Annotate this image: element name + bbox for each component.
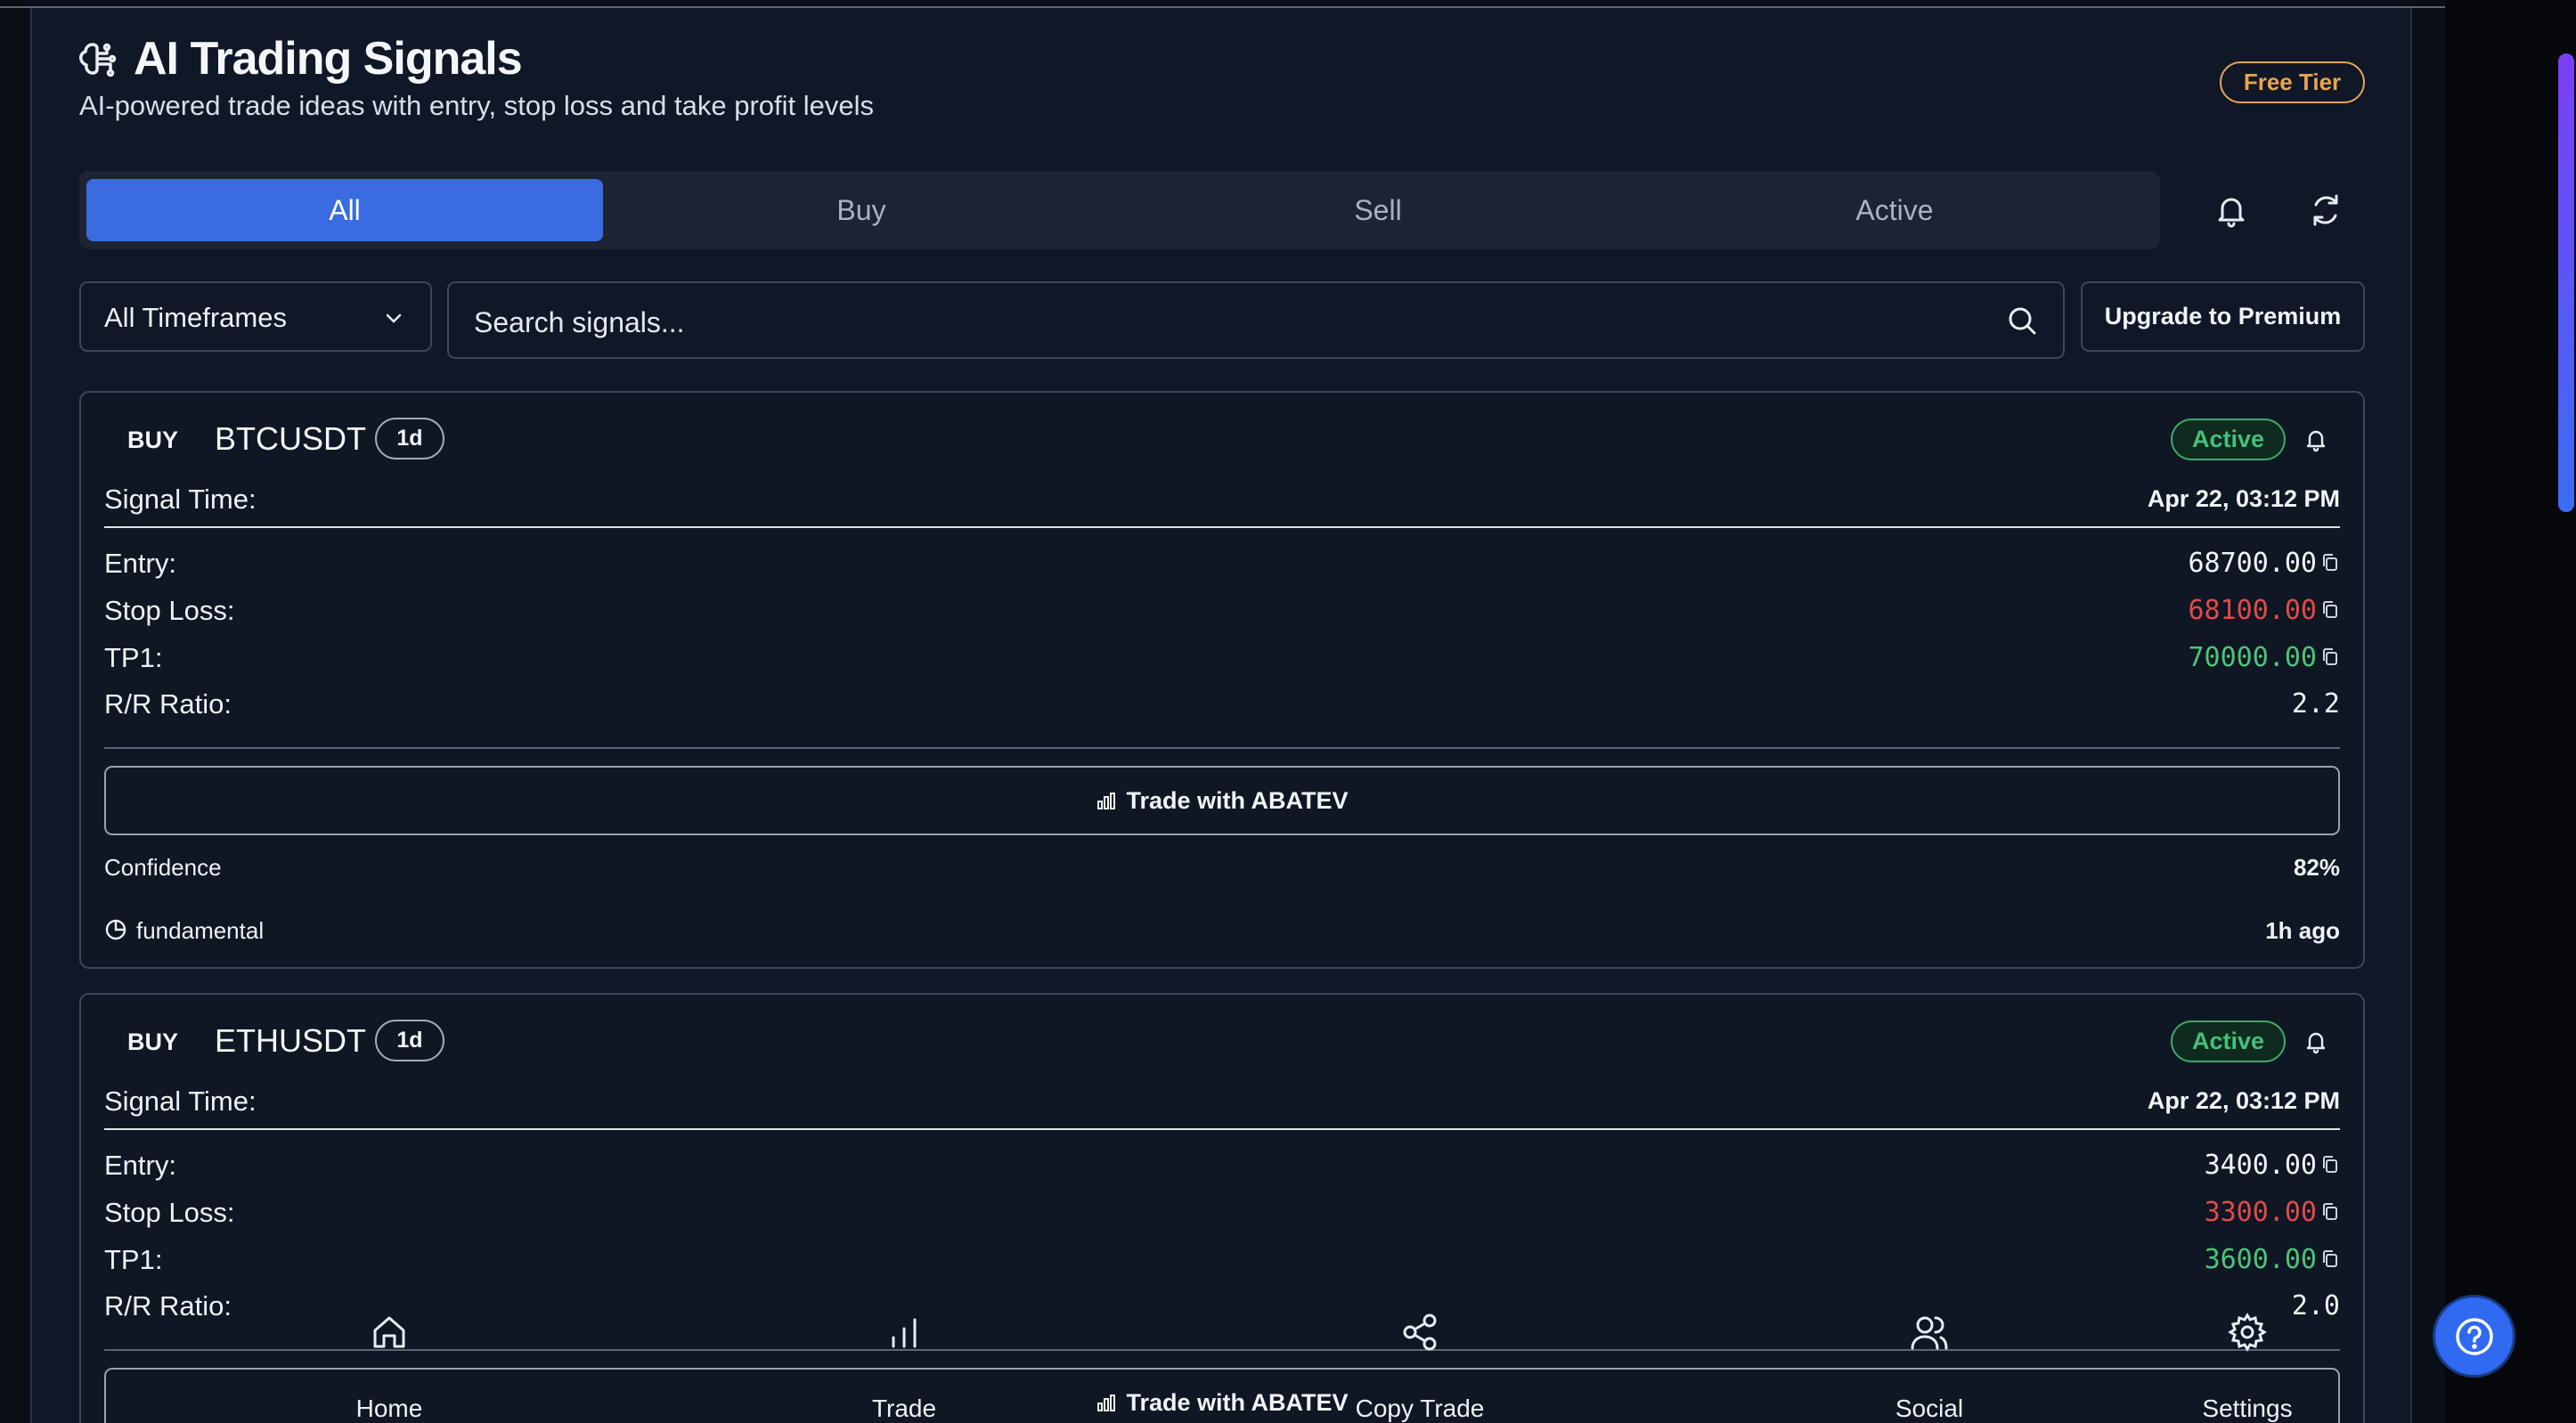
trade-button-label: Trade with ABATEV [1126,786,1349,814]
confidence-value: 82% [2293,854,2340,881]
brain-icon [79,43,117,77]
upgrade-button[interactable]: Upgrade to Premium [2081,281,2365,352]
signal-time-row: Signal Time: Apr 22, 03:12 PM [104,484,2340,519]
right-gutter [2445,0,2576,1423]
signal-time-value: Apr 22, 03:12 PM [2147,485,2340,512]
divider [104,526,2340,528]
signal-time-value: Apr 22, 03:12 PM [2147,1087,2340,1114]
tab-buy[interactable]: Buy [603,179,1120,241]
clock-icon [105,919,126,940]
signal-time-label: Signal Time: [104,484,257,515]
entry-row: Entry: 68700.00 [104,548,2340,583]
entry-label: Entry: [104,1150,176,1181]
bell-icon[interactable] [2212,191,2251,230]
copy-icon[interactable] [2320,646,2340,669]
timeframe-select-value: All Timeframes [104,302,287,333]
nav-social-label: Social [1895,1395,1964,1422]
signal-card: BUY BTCUSDT 1d Active Signal Time: Apr 2… [79,391,2365,969]
signal-time-label: Signal Time: [104,1086,257,1117]
signal-time-row: Signal Time: Apr 22, 03:12 PM [104,1086,2340,1121]
rr-ratio-value: 2.2 [2291,688,2340,720]
nav-home[interactable]: Home [282,1313,496,1422]
divider [104,747,2340,749]
help-button[interactable] [2435,1297,2513,1375]
copy-icon[interactable] [2320,598,2340,622]
tp1-label: TP1: [104,642,163,673]
tp1-value: 70000.00 [2188,642,2318,673]
bell-icon[interactable] [2303,427,2329,453]
confidence-label: Confidence [104,854,222,881]
nav-copy-trade-label: Copy Trade [1355,1395,1485,1422]
nav-social[interactable]: Social [1822,1313,2036,1422]
tp1-row: TP1: 70000.00 [104,642,2340,678]
stop-loss-value: 68100.00 [2188,595,2318,626]
rr-ratio-label: R/R Ratio: [104,688,232,720]
nav-trade[interactable]: Trade [797,1313,1011,1422]
tab-sell[interactable]: Sell [1120,179,1636,241]
filter-tabs: All Buy Sell Active [79,171,2160,249]
signal-type: BUY [127,1029,179,1055]
page-title: AI Trading Signals [134,33,523,85]
nav-settings-label: Settings [2202,1395,2293,1422]
status-badge: Active [2171,419,2286,460]
nav-settings[interactable]: Settings [2140,1313,2354,1422]
nav-trade-label: Trade [871,1395,937,1422]
stop-loss-value: 3300.00 [2204,1197,2317,1228]
entry-value: 3400.00 [2204,1150,2317,1181]
entry-label: Entry: [104,548,176,579]
rr-ratio-row: R/R Ratio: 2.2 [104,688,2340,724]
trade-button[interactable]: Trade with ABATEV [104,766,2340,835]
signal-symbol: BTCUSDT [215,420,366,457]
divider [104,1128,2340,1130]
chevron-down-icon [386,313,402,323]
bar-chart-icon [892,1318,917,1348]
help-icon [2455,1317,2493,1355]
tp1-row: TP1: 3600.00 [104,1244,2340,1280]
timeframe-badge: 1d [375,1020,444,1061]
scrollbar-thumb[interactable] [2558,53,2574,512]
copy-icon[interactable] [2320,1248,2340,1271]
copy-icon[interactable] [2320,1200,2340,1224]
tp1-value: 3600.00 [2204,1244,2317,1275]
share-icon [1403,1313,1437,1351]
status-badge: Active [2171,1020,2286,1062]
page-subtitle: AI-powered trade ideas with entry, stop … [79,90,874,121]
signal-symbol: ETHUSDT [215,1022,366,1059]
stop-loss-label: Stop Loss: [104,595,235,626]
tab-all[interactable]: All [86,179,603,241]
home-icon [373,1316,405,1348]
tab-active[interactable]: Active [1636,179,2153,241]
timeframe-select[interactable]: All Timeframes [79,281,432,352]
bottom-navigation: Home Trade Copy Trade Social Settings [30,1279,2412,1423]
users-icon [1911,1316,1948,1350]
copy-icon[interactable] [2320,1153,2340,1176]
stop-loss-label: Stop Loss: [104,1197,235,1228]
search-placeholder: Search signals... [474,306,685,338]
copy-icon[interactable] [2320,551,2340,574]
timeframe-badge: 1d [375,418,444,459]
tp1-label: TP1: [104,1244,163,1275]
entry-value: 68700.00 [2188,548,2318,579]
stop-loss-row: Stop Loss: 68100.00 [104,595,2340,630]
signal-age: 1h ago [2265,917,2340,944]
stop-loss-row: Stop Loss: 3300.00 [104,1197,2340,1232]
bell-icon[interactable] [2303,1029,2329,1055]
signal-source: fundamental [136,917,265,944]
nav-home-label: Home [355,1395,423,1422]
signal-type: BUY [127,427,179,453]
nav-copy-trade[interactable]: Copy Trade [1313,1313,1527,1422]
gear-icon [2228,1313,2267,1352]
entry-row: Entry: 3400.00 [104,1150,2340,1185]
search-icon [2009,307,2036,335]
tier-badge: Free Tier [2220,61,2365,103]
bar-chart-icon [1097,793,1116,809]
refresh-icon[interactable] [2306,191,2345,230]
search-input[interactable]: Search signals... [447,281,2065,359]
